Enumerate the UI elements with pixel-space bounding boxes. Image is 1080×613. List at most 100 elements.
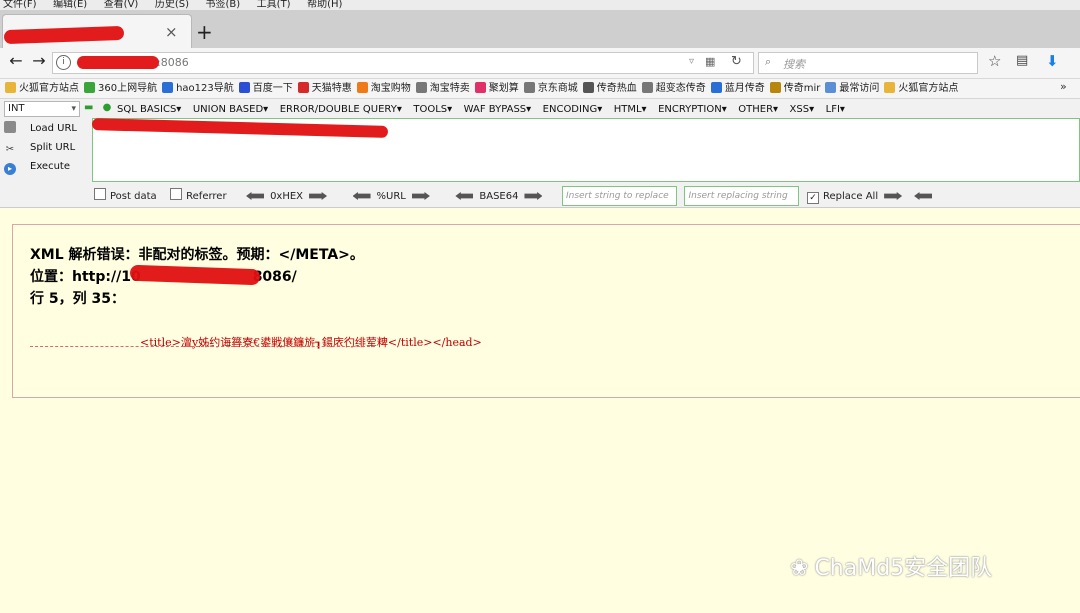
reload-icon[interactable]: ↻ (731, 54, 742, 69)
bookmark-item[interactable]: 传奇mir (769, 79, 821, 98)
bookmark-item[interactable]: 火狐官方站点 (884, 79, 958, 98)
menu-tools[interactable]: TOOLS▾ (413, 104, 452, 115)
arrow-right-icon[interactable] (411, 192, 430, 200)
arrow-left-icon[interactable] (455, 192, 474, 200)
game-icon (769, 82, 781, 93)
url-encode-label: %URL (376, 191, 406, 202)
search-input[interactable]: ⌕ 搜索 (758, 52, 978, 74)
search-placeholder: 搜索 (783, 58, 805, 71)
menu-file[interactable]: 文件(F) (3, 0, 37, 10)
bookmarks-overflow-button[interactable]: » (1060, 80, 1067, 93)
chevron-down-icon[interactable]: ▿ (689, 56, 694, 67)
juhuasuan-icon (474, 82, 486, 93)
bookmark-item[interactable]: 京东商城 (523, 79, 578, 98)
menu-sql-basics[interactable]: SQL BASICS▾ (117, 104, 181, 115)
bookmark-item[interactable]: 淘宝购物 (356, 79, 411, 98)
load-url-label: Load URL (30, 123, 78, 134)
arrow-right-icon[interactable] (884, 192, 903, 200)
post-data-option[interactable]: Post data (94, 187, 157, 207)
replace-all-checkbox[interactable]: ✓ (806, 192, 819, 204)
replace-all-label: Replace All (822, 191, 879, 202)
arrow-left-icon[interactable] (246, 192, 265, 200)
bookmark-label: 淘宝购物 (370, 83, 411, 94)
url-bar[interactable]: i :8086 ▿ ▦ ↻ (52, 52, 754, 74)
bookmark-item[interactable]: 百度一下 (238, 79, 293, 98)
menu-html[interactable]: HTML▾ (614, 104, 647, 115)
bookmark-label: 传奇mir (783, 83, 821, 94)
bookmark-item[interactable]: 淘宝特卖 (415, 79, 470, 98)
error-pointer-line (30, 346, 375, 347)
back-button[interactable]: ← (6, 51, 26, 71)
qr-code-icon[interactable]: ▦ (705, 55, 715, 68)
error-line: 行 5，列 35： (30, 291, 125, 307)
bookmark-label: 天猫特惠 (311, 83, 352, 94)
clipboard-icon[interactable]: ▤ (1016, 53, 1028, 68)
menu-edit[interactable]: 编辑(E) (53, 0, 87, 10)
replacing-string-input[interactable]: Insert replacing string (684, 186, 800, 206)
menu-union-based[interactable]: UNION BASED▾ (193, 104, 268, 115)
bookmark-item[interactable]: 360上网导航 (84, 79, 157, 98)
bookmark-star-icon[interactable]: ☆ (988, 52, 1001, 70)
redaction-mark (77, 56, 159, 69)
bookmark-item[interactable]: 天猫特惠 (297, 79, 352, 98)
menu-xss[interactable]: XSS▾ (790, 104, 815, 115)
bookmark-label: 淘宝特卖 (429, 83, 470, 94)
taobao-icon (356, 82, 368, 93)
bookmark-label: 最常访问 (839, 83, 880, 94)
menu-encoding[interactable]: ENCODING▾ (543, 104, 603, 115)
menu-view[interactable]: 查看(V) (104, 0, 139, 10)
load-url-button[interactable]: Load URL (4, 121, 88, 137)
360-icon (84, 82, 95, 93)
menu-lfi[interactable]: LFI▾ (826, 104, 845, 115)
hex-option[interactable]: 0xHEX (240, 187, 333, 207)
split-url-label: Split URL (30, 142, 76, 153)
base64-option[interactable]: BASE64 (449, 187, 548, 207)
post-data-checkbox[interactable] (94, 188, 106, 200)
arrow-left-icon[interactable] (914, 192, 933, 200)
bookmark-label: 火狐官方站点 (898, 83, 959, 94)
execute-button[interactable]: ▸ Execute (4, 159, 88, 175)
hackbar-options: Post data Referrer 0xHEX %URL BASE64 Ins… (94, 186, 1078, 206)
bookmark-item[interactable]: hao123导航 (162, 79, 234, 98)
menu-encryption[interactable]: ENCRYPTION▾ (658, 104, 727, 115)
load-url-icon (4, 121, 16, 133)
game-icon (710, 82, 722, 93)
menu-waf-bypass[interactable]: WAF BYPASS▾ (464, 104, 531, 115)
split-url-button[interactable]: ✂ Split URL (4, 140, 88, 156)
scissors-icon: ✂ (5, 144, 15, 155)
info-icon[interactable]: i (56, 55, 71, 70)
new-tab-button[interactable]: + (196, 20, 213, 44)
post-data-label: Post data (110, 191, 157, 202)
referrer-option[interactable]: Referrer (170, 187, 227, 207)
download-icon[interactable]: ⬇ (1046, 52, 1059, 70)
menu-bookmarks[interactable]: 书签(B) (206, 0, 241, 10)
bookmarks-bar: 火狐官方站点 360上网导航 hao123导航 百度一下 天猫特惠 淘宝购物 淘宝特卖 聚划算… (0, 79, 1080, 99)
insert-string-input[interactable]: Insert string to replace (561, 186, 677, 206)
arrow-left-icon[interactable] (352, 192, 371, 200)
referrer-checkbox[interactable] (170, 188, 183, 200)
menu-help[interactable]: 帮助(H) (307, 0, 342, 10)
bookmark-item[interactable]: 火狐官方站点 (5, 79, 79, 98)
type-select[interactable]: INT ▾ (4, 101, 80, 117)
arrow-right-icon[interactable] (309, 192, 328, 200)
menu-error-double-query[interactable]: ERROR/DOUBLE QUERY▾ (280, 104, 402, 115)
bookmark-item[interactable]: 蓝月传奇 (710, 79, 765, 98)
hex-label: 0xHEX (270, 191, 304, 202)
menu-tools[interactable]: 工具(T) (257, 0, 291, 10)
menu-history[interactable]: 历史(S) (155, 0, 189, 10)
error-location-prefix: 位置：http://10 (30, 269, 141, 285)
bookmark-item[interactable]: 超变态传奇 (641, 79, 706, 98)
replace-all-option[interactable]: ✓ Replace All (806, 187, 938, 207)
play-icon: ▸ (4, 163, 16, 175)
watermark-label: ChaMd5安全团队 (814, 556, 993, 581)
url-encode-option[interactable]: %URL (347, 187, 436, 207)
close-icon[interactable]: × (165, 23, 178, 41)
forward-button[interactable]: → (30, 51, 48, 71)
menu-other[interactable]: OTHER▾ (738, 104, 778, 115)
bookmark-item[interactable]: 传奇热血 (582, 79, 637, 98)
arrow-right-icon[interactable] (524, 192, 543, 200)
bookmark-label: 传奇热血 (596, 83, 637, 94)
bookmark-item[interactable]: 最常访问 (825, 79, 879, 98)
bookmark-item[interactable]: 聚划算 (474, 79, 519, 98)
base64-label: BASE64 (479, 191, 519, 202)
